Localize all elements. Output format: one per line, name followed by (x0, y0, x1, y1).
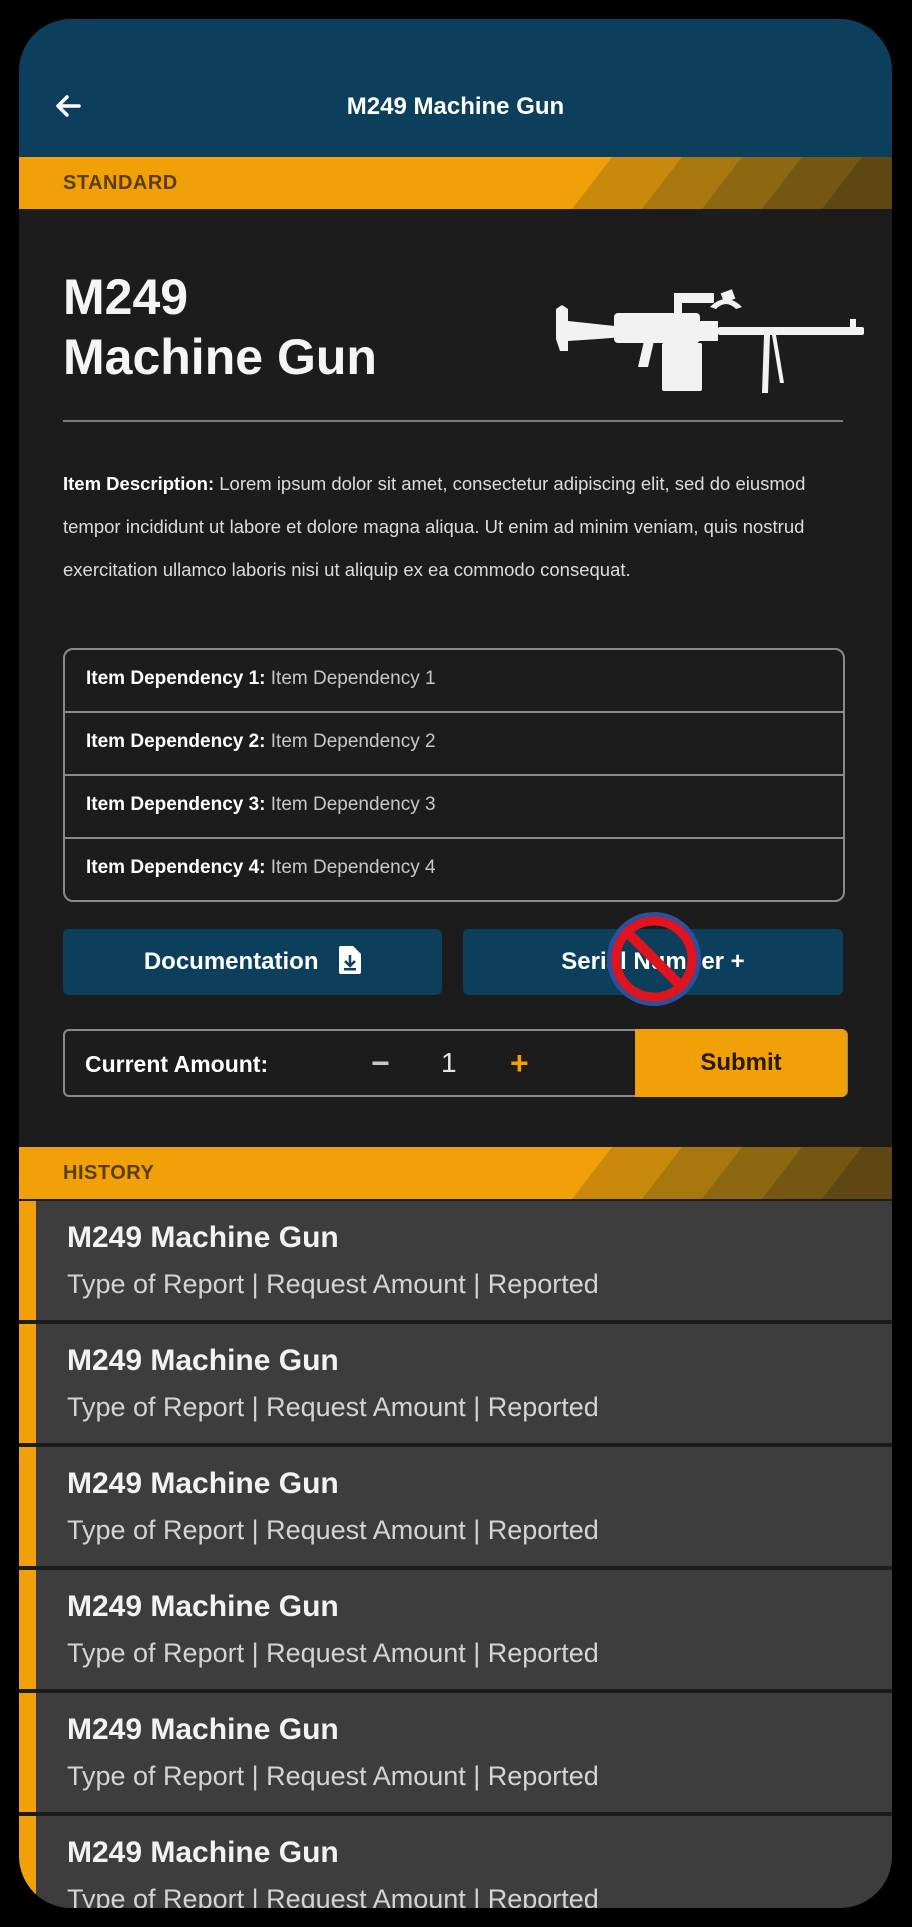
document-download-icon (339, 945, 362, 974)
history-subtitle: Type of Report | Request Amount | Report… (67, 1515, 599, 1545)
history-accent-bar (19, 1324, 36, 1443)
history-title: M249 Machine Gun (67, 1467, 339, 1500)
machine-gun-icon (556, 289, 864, 393)
history-title: M249 Machine Gun (67, 1836, 339, 1869)
history-title: M249 Machine Gun (67, 1221, 339, 1254)
band-stripes (572, 157, 892, 209)
app-header: M249 Machine Gun (19, 19, 892, 157)
dependency-value: Item Dependency 2 (265, 731, 436, 752)
history-title: M249 Machine Gun (67, 1344, 339, 1377)
history-subtitle: Type of Report | Request Amount | Report… (67, 1761, 599, 1791)
increment-button[interactable]: + (510, 1045, 529, 1082)
description-label: Item Description: (63, 473, 215, 494)
screen: M249 Machine Gun STANDARD M249 Machine G… (19, 19, 892, 1908)
category-label: STANDARD (63, 172, 178, 194)
page-title: M249 Machine Gun (346, 93, 565, 120)
dependency-value: Item Dependency 1 (265, 668, 436, 689)
dependency-row: Item Dependency 2: Item Dependency 2 (65, 713, 843, 776)
phone-frame: M249 Machine Gun STANDARD M249 Machine G… (0, 0, 912, 1927)
history-accent-bar (19, 1570, 36, 1689)
history-item[interactable]: M249 Machine Gun Type of Report | Reques… (19, 1693, 892, 1812)
history-band: HISTORY (19, 1147, 892, 1199)
history-list: M249 Machine Gun Type of Report | Reques… (19, 1201, 892, 1908)
history-title: M249 Machine Gun (67, 1713, 339, 1746)
dependency-label: Item Dependency 4: (86, 857, 266, 878)
history-accent-bar (19, 1201, 36, 1320)
dependency-row: Item Dependency 4: Item Dependency 4 (65, 839, 843, 900)
history-title: M249 Machine Gun (67, 1590, 339, 1623)
dependency-table: Item Dependency 1: Item Dependency 1 Ite… (63, 648, 845, 902)
history-subtitle: Type of Report | Request Amount | Report… (67, 1638, 599, 1668)
dependency-row: Item Dependency 1: Item Dependency 1 (65, 650, 843, 713)
documentation-button[interactable]: Documentation (63, 929, 442, 995)
category-band: STANDARD (19, 157, 892, 209)
amount-value: 1 (441, 1047, 457, 1078)
history-label: HISTORY (63, 1162, 155, 1184)
history-subtitle: Type of Report | Request Amount | Report… (67, 1884, 599, 1908)
dependency-value: Item Dependency 4 (265, 857, 436, 878)
dependency-label: Item Dependency 1: (86, 668, 266, 689)
decrement-button[interactable]: − (371, 1045, 390, 1082)
submit-button[interactable]: Submit (635, 1029, 847, 1097)
no-entry-icon (607, 912, 701, 1006)
item-title: M249 Machine Gun (63, 269, 377, 385)
history-item[interactable]: M249 Machine Gun Type of Report | Reques… (19, 1324, 892, 1443)
history-subtitle: Type of Report | Request Amount | Report… (67, 1392, 599, 1422)
current-amount-label: Current Amount: (85, 1051, 269, 1077)
history-item[interactable]: M249 Machine Gun Type of Report | Reques… (19, 1447, 892, 1566)
dependency-label: Item Dependency 2: (86, 731, 266, 752)
documentation-label: Documentation (143, 948, 319, 975)
history-item[interactable]: M249 Machine Gun Type of Report | Reques… (19, 1816, 892, 1908)
history-accent-bar (19, 1693, 36, 1812)
history-item[interactable]: M249 Machine Gun Type of Report | Reques… (19, 1570, 892, 1689)
history-item[interactable]: M249 Machine Gun Type of Report | Reques… (19, 1201, 892, 1320)
divider (63, 420, 843, 422)
band-stripes (572, 1147, 892, 1199)
history-subtitle: Type of Report | Request Amount | Report… (67, 1269, 599, 1299)
item-description: Item Description: Lorem ipsum dolor sit … (63, 462, 853, 591)
history-accent-bar (19, 1816, 36, 1908)
history-accent-bar (19, 1447, 36, 1566)
dependency-label: Item Dependency 3: (86, 794, 266, 815)
dependency-value: Item Dependency 3 (265, 794, 436, 815)
dependency-row: Item Dependency 3: Item Dependency 3 (65, 776, 843, 839)
